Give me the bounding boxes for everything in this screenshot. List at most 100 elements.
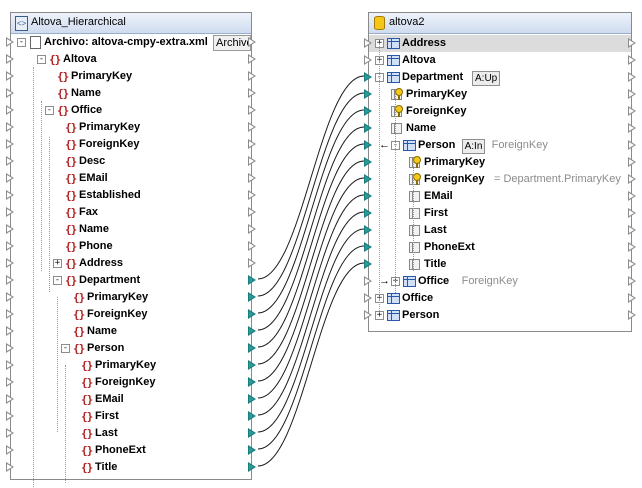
target-output-port[interactable] bbox=[628, 38, 637, 48]
source-input-port[interactable] bbox=[6, 445, 15, 455]
target-tree-node-first[interactable]: First bbox=[369, 205, 631, 222]
source-tree-node-foreignkey[interactable]: {} ForeignKey bbox=[11, 136, 251, 153]
source-output-port[interactable] bbox=[248, 88, 257, 98]
relation-tag[interactable]: A:Up bbox=[472, 71, 501, 86]
target-input-port[interactable] bbox=[364, 38, 373, 48]
source-output-port[interactable] bbox=[248, 292, 257, 302]
target-tree-node-foreignkey[interactable]: ForeignKey bbox=[369, 103, 631, 120]
mapping-connector-last-to-last[interactable] bbox=[257, 228, 365, 433]
mapping-connector-primarykey-to-primarykey[interactable] bbox=[257, 92, 365, 297]
source-output-port[interactable] bbox=[248, 37, 257, 47]
source-input-port[interactable] bbox=[6, 88, 15, 98]
target-tree-node-title[interactable]: Title bbox=[369, 256, 631, 273]
source-output-port[interactable] bbox=[248, 105, 257, 115]
source-output-port[interactable] bbox=[248, 445, 257, 455]
source-output-port[interactable] bbox=[248, 377, 257, 387]
source-input-port[interactable] bbox=[6, 394, 15, 404]
source-tree-node-name[interactable]: {} Name bbox=[11, 85, 251, 102]
target-tree-node-last[interactable]: Last bbox=[369, 222, 631, 239]
source-input-port[interactable] bbox=[6, 71, 15, 81]
source-node-toggle[interactable]: - bbox=[37, 55, 46, 64]
target-tree-node-primarykey[interactable]: PrimaryKey bbox=[369, 86, 631, 103]
mapping-connector-name-to-name[interactable] bbox=[257, 126, 365, 331]
target-input-port[interactable] bbox=[364, 123, 373, 133]
source-input-port[interactable] bbox=[6, 309, 15, 319]
target-output-port[interactable] bbox=[628, 293, 637, 303]
source-file-button[interactable]: Archivo: bbox=[213, 35, 251, 51]
source-tree-node-name[interactable]: {} Name bbox=[11, 221, 251, 238]
target-tree-node-email[interactable]: EMail bbox=[369, 188, 631, 205]
source-output-port[interactable] bbox=[248, 139, 257, 149]
target-output-port[interactable] bbox=[628, 276, 637, 286]
source-node-toggle[interactable]: - bbox=[45, 106, 54, 115]
source-output-port[interactable] bbox=[248, 275, 257, 285]
source-input-port[interactable] bbox=[6, 326, 15, 336]
target-tree-node-person[interactable]: ← - Person A:In ForeignKey bbox=[369, 137, 631, 154]
target-output-port[interactable] bbox=[628, 242, 637, 252]
target-output-port[interactable] bbox=[628, 72, 637, 82]
target-input-port[interactable] bbox=[364, 293, 373, 303]
source-output-port[interactable] bbox=[248, 241, 257, 251]
target-input-port[interactable] bbox=[364, 140, 373, 150]
mapping-connector-primarykey-to-primarykey[interactable] bbox=[257, 160, 365, 365]
target-input-port[interactable] bbox=[364, 72, 373, 82]
source-output-port[interactable] bbox=[248, 309, 257, 319]
source-tree-node-altova[interactable]: -{} Altova bbox=[11, 51, 251, 68]
source-input-port[interactable] bbox=[6, 190, 15, 200]
source-tree-node-desc[interactable]: {} Desc bbox=[11, 153, 251, 170]
source-tree-node-email[interactable]: {} EMail bbox=[11, 391, 251, 408]
target-tree-node-office[interactable]: + Office bbox=[369, 290, 631, 307]
target-tree-node-foreignkey[interactable]: ForeignKey = Department.PrimaryKey bbox=[369, 171, 631, 188]
source-input-port[interactable] bbox=[6, 258, 15, 268]
file-row-collapse-toggle[interactable]: - bbox=[17, 38, 26, 47]
mapping-connector-foreignkey-to-foreignkey[interactable] bbox=[257, 177, 365, 382]
source-tree-node-phoneext[interactable]: {} PhoneExt bbox=[11, 442, 251, 459]
source-tree-node-phone[interactable]: {} Phone bbox=[11, 238, 251, 255]
source-tree-node-primarykey[interactable]: {} PrimaryKey bbox=[11, 68, 251, 85]
target-output-port[interactable] bbox=[628, 310, 637, 320]
source-tree-node-fax[interactable]: {} Fax bbox=[11, 204, 251, 221]
source-output-port[interactable] bbox=[248, 326, 257, 336]
source-output-port[interactable] bbox=[248, 394, 257, 404]
source-tree-node-name[interactable]: {} Name bbox=[11, 323, 251, 340]
source-tree-node-email[interactable]: {} EMail bbox=[11, 170, 251, 187]
source-input-port[interactable] bbox=[6, 241, 15, 251]
mapping-connector-email-to-email[interactable] bbox=[257, 194, 365, 399]
target-tree-node-altova[interactable]: + Altova bbox=[369, 52, 631, 69]
target-output-port[interactable] bbox=[628, 55, 637, 65]
target-output-port[interactable] bbox=[628, 259, 637, 269]
source-node-toggle[interactable]: - bbox=[53, 276, 62, 285]
target-tree-node-primarykey[interactable]: PrimaryKey bbox=[369, 154, 631, 171]
target-tree-node-person[interactable]: + Person bbox=[369, 307, 631, 324]
target-tree-node-name[interactable]: Name bbox=[369, 120, 631, 137]
source-output-port[interactable] bbox=[248, 428, 257, 438]
source-input-port[interactable] bbox=[6, 224, 15, 234]
source-output-port[interactable] bbox=[248, 224, 257, 234]
source-output-port[interactable] bbox=[248, 411, 257, 421]
source-output-port[interactable] bbox=[248, 360, 257, 370]
target-component-altova2[interactable]: altova2 + Address + Altova - Department A:Up Pr… bbox=[364, 12, 636, 332]
target-tree-node-phoneext[interactable]: PhoneExt bbox=[369, 239, 631, 256]
target-input-port[interactable] bbox=[364, 191, 373, 201]
target-input-port[interactable] bbox=[364, 259, 373, 269]
target-input-port[interactable] bbox=[364, 242, 373, 252]
source-tree-node-foreignkey[interactable]: {} ForeignKey bbox=[11, 306, 251, 323]
mapping-connector-title-to-title[interactable] bbox=[257, 262, 365, 467]
source-tree-node-last[interactable]: {} Last bbox=[11, 425, 251, 442]
target-input-port[interactable] bbox=[364, 174, 373, 184]
source-node-toggle[interactable]: - bbox=[61, 344, 70, 353]
mapping-connector-department-to-department[interactable] bbox=[257, 75, 365, 280]
target-input-port[interactable] bbox=[364, 55, 373, 65]
target-output-port[interactable] bbox=[628, 174, 637, 184]
source-output-port[interactable] bbox=[248, 173, 257, 183]
source-input-port[interactable] bbox=[6, 122, 15, 132]
source-output-port[interactable] bbox=[248, 156, 257, 166]
source-tree-node-department[interactable]: -{} Department bbox=[11, 272, 251, 289]
target-input-port[interactable] bbox=[364, 310, 373, 320]
target-tree-node-office[interactable]: → + Office ForeignKey bbox=[369, 273, 631, 290]
source-tree-node-office[interactable]: -{} Office bbox=[11, 102, 251, 119]
source-input-port[interactable] bbox=[6, 156, 15, 166]
target-output-port[interactable] bbox=[628, 106, 637, 116]
source-input-port[interactable] bbox=[6, 377, 15, 387]
source-input-port[interactable] bbox=[6, 292, 15, 302]
